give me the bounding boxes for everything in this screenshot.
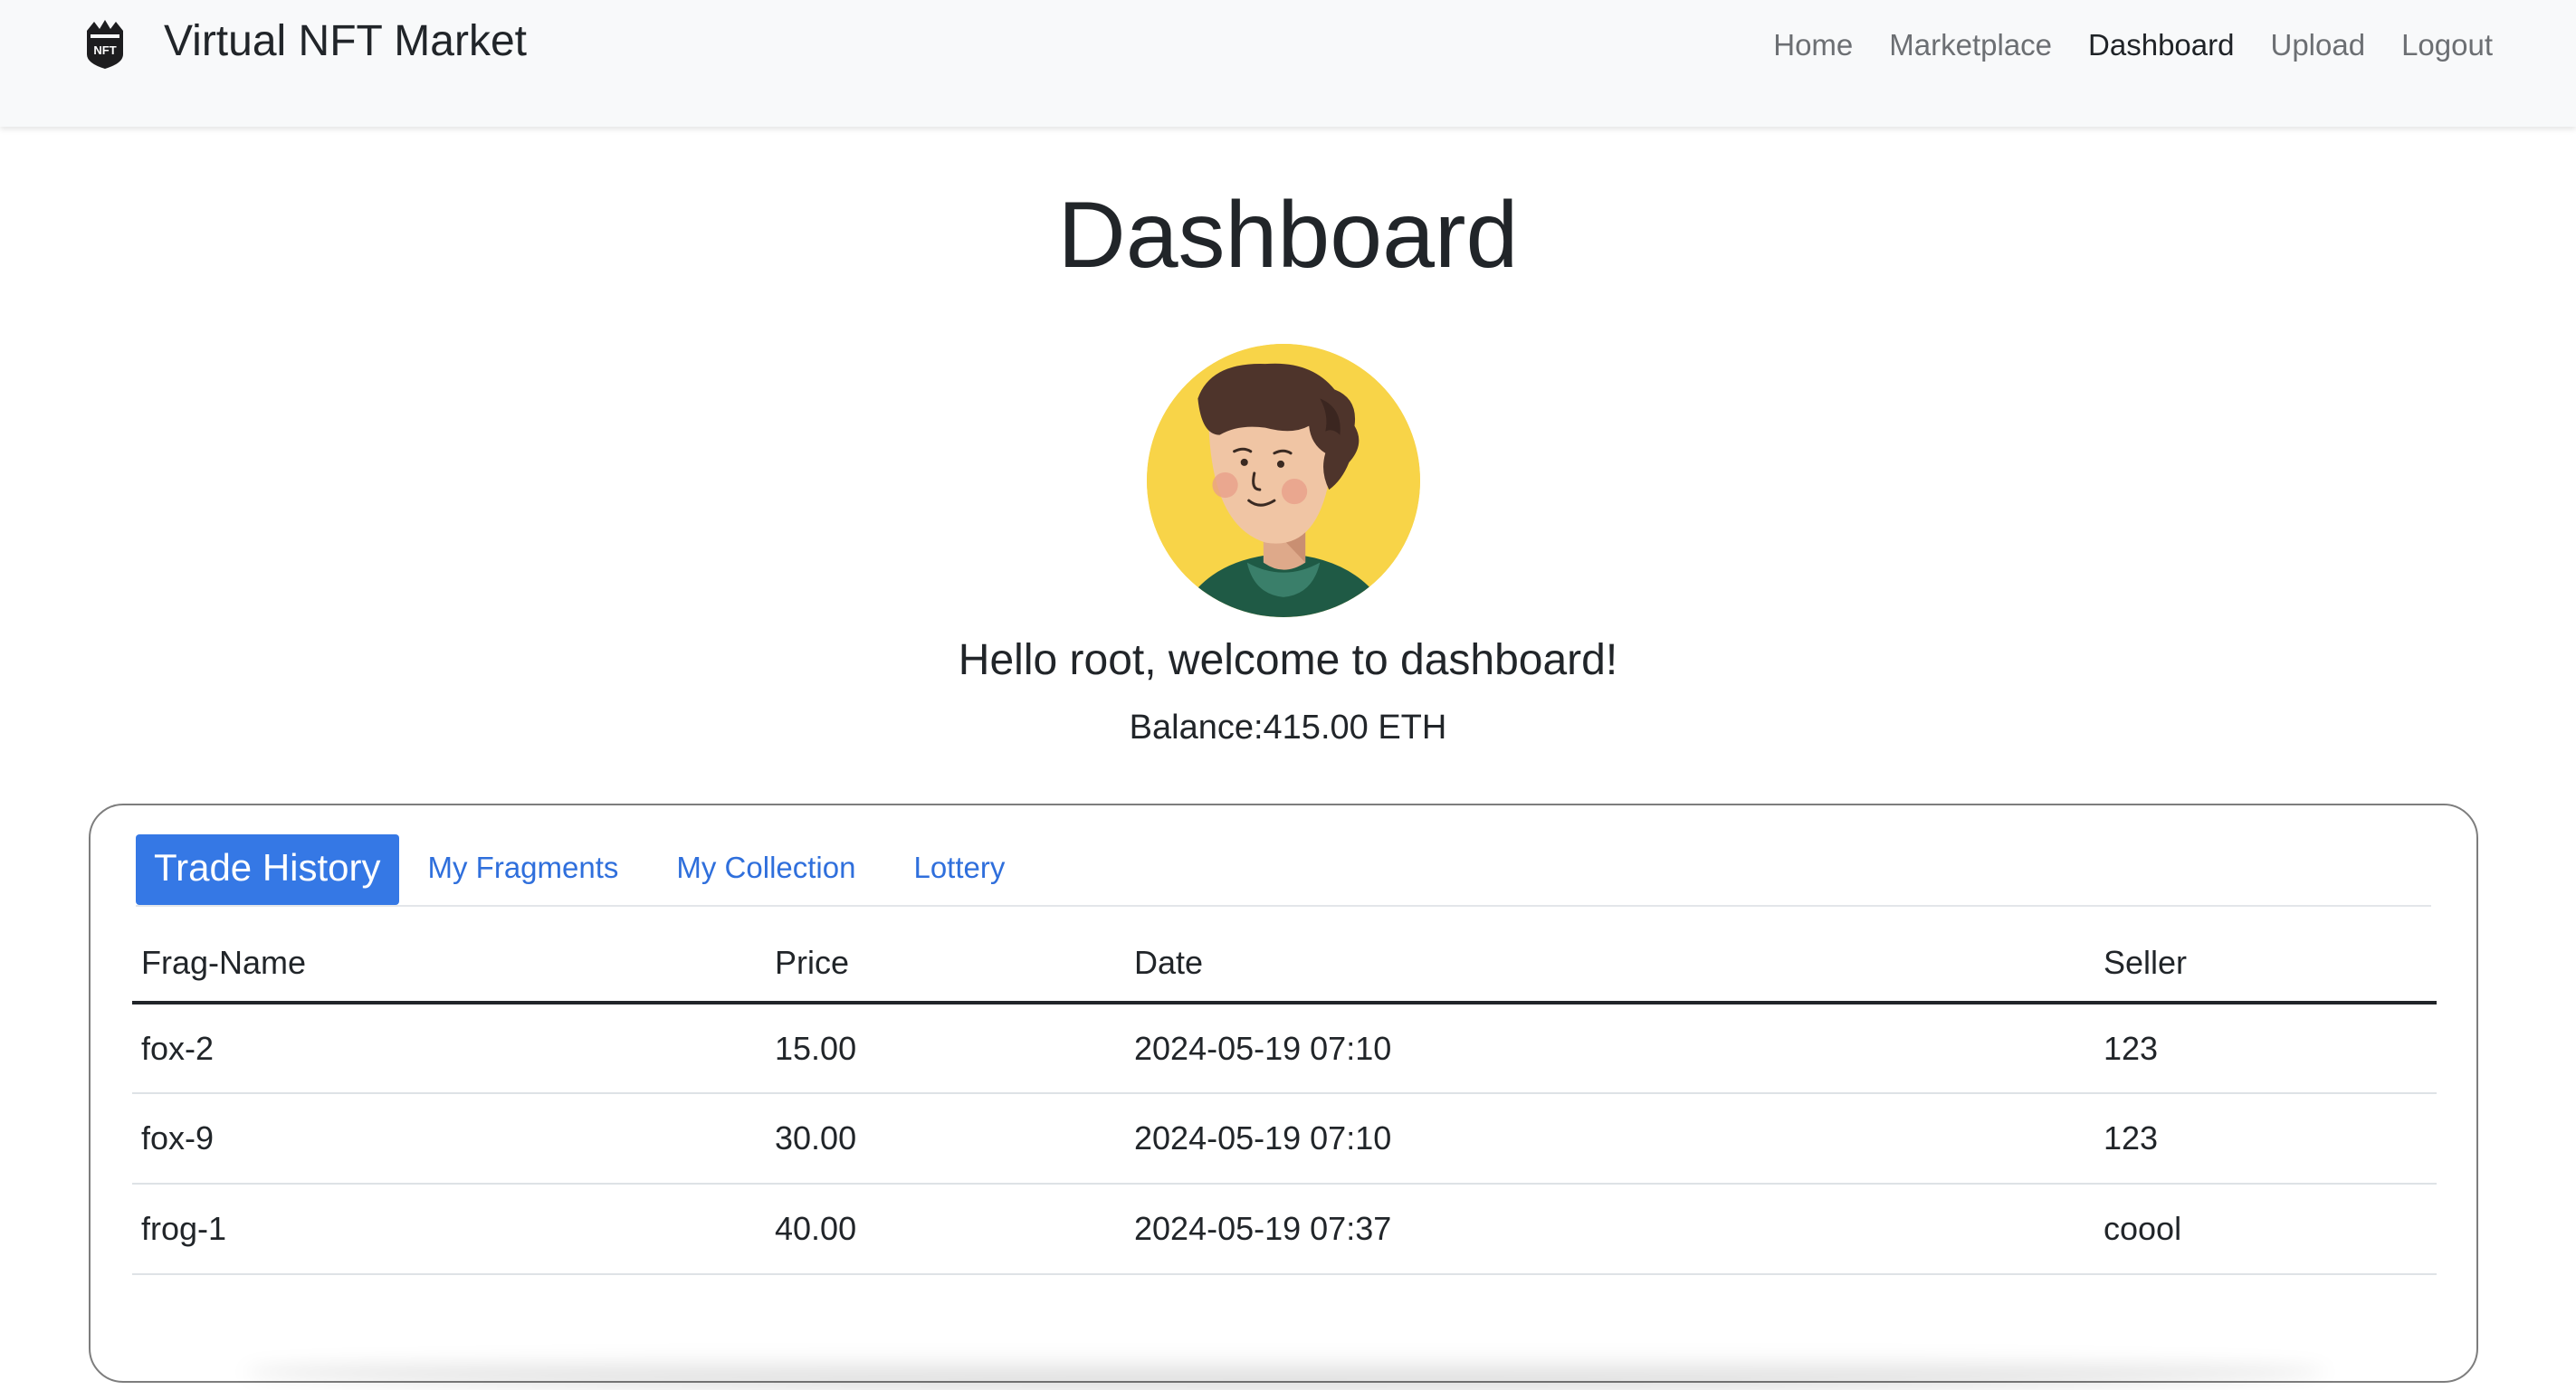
main-nav: Home Marketplace Dashboard Upload Logout	[1755, 20, 2511, 71]
nav-home-link[interactable]: Home	[1755, 20, 1871, 71]
nav-upload-link[interactable]: Upload	[2252, 20, 2383, 71]
table-row: frog-1 40.00 2024-05-19 07:37 coool	[132, 1184, 2437, 1275]
balance-text: Balance:415.00 ETH	[1129, 709, 1447, 747]
nav-logout-link[interactable]: Logout	[2383, 20, 2511, 71]
cell-frag-name: fox-2	[132, 1003, 766, 1094]
table-row: fox-9 30.00 2024-05-19 07:10 123	[132, 1093, 2437, 1185]
tab-trade-history[interactable]: Trade History	[136, 834, 399, 905]
column-header-date: Date	[1125, 925, 2094, 1004]
column-header-seller: Seller	[2094, 925, 2437, 1004]
column-header-price: Price	[766, 925, 1125, 1004]
column-header-frag-name: Frag-Name	[132, 925, 766, 1004]
user-avatar	[1147, 344, 1420, 617]
tab-my-collection[interactable]: My Collection	[647, 834, 884, 905]
trade-history-table: Frag-Name Price Date Seller fox-2 15.00 …	[132, 925, 2437, 1275]
dashboard-card: Trade History My Fragments My Collection…	[89, 804, 2478, 1390]
table-row: fox-2 15.00 2024-05-19 07:10 123	[132, 1003, 2437, 1094]
nav-dashboard-link[interactable]: Dashboard	[2070, 20, 2252, 71]
top-navbar: NFT Virtual NFT Market Home Marketplace …	[0, 0, 2576, 127]
cell-seller: 123	[2094, 1093, 2437, 1185]
cell-date: 2024-05-19 07:10	[1125, 1093, 2094, 1185]
cell-price: 15.00	[766, 1003, 1125, 1094]
dashboard-tabs: Trade History My Fragments My Collection…	[136, 834, 2431, 907]
cell-date: 2024-05-19 07:10	[1125, 1003, 2094, 1094]
tab-my-fragments[interactable]: My Fragments	[399, 834, 648, 905]
svg-text:NFT: NFT	[93, 43, 116, 57]
welcome-greeting: Hello root, welcome to dashboard!	[958, 636, 1618, 684]
page-title: Dashboard	[1057, 183, 1519, 288]
cell-seller: coool	[2094, 1184, 2437, 1275]
cell-frag-name: frog-1	[132, 1184, 766, 1275]
avatar-illustration-icon	[1147, 344, 1420, 617]
cell-price: 30.00	[766, 1093, 1125, 1185]
footer-shadow	[244, 1354, 2326, 1390]
brand-title[interactable]: Virtual NFT Market	[164, 13, 527, 71]
nft-shield-logo-icon[interactable]: NFT	[83, 18, 127, 71]
table-header-row: Frag-Name Price Date Seller	[132, 925, 2437, 1004]
cell-seller: 123	[2094, 1003, 2437, 1094]
cell-price: 40.00	[766, 1184, 1125, 1275]
cell-frag-name: fox-9	[132, 1093, 766, 1185]
cell-date: 2024-05-19 07:37	[1125, 1184, 2094, 1275]
nav-marketplace-link[interactable]: Marketplace	[1871, 20, 2070, 71]
tab-lottery[interactable]: Lottery	[884, 834, 1034, 905]
